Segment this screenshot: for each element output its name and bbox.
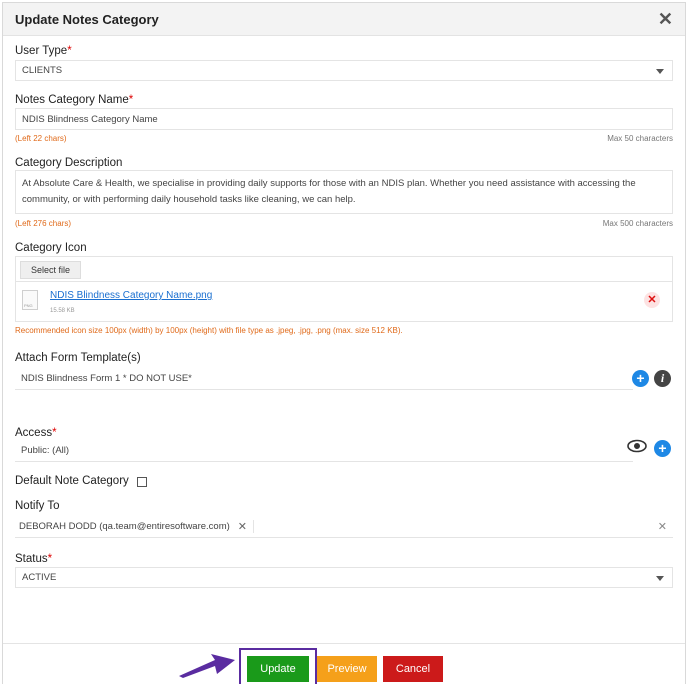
select-file-button[interactable]: Select file <box>20 261 82 279</box>
dialog-title: Update Notes Category <box>15 11 159 27</box>
notes-category-name-input[interactable]: NDIS Blindness Category Name <box>15 108 673 130</box>
default-note-category-label: Default Note Category <box>15 475 129 487</box>
category-icon-box: Select file PNG NDIS Blindness Category … <box>15 256 673 322</box>
dialog-footer: Update Preview Cancel <box>3 643 685 684</box>
file-name-link[interactable]: NDIS Blindness Category Name.png <box>50 290 212 301</box>
notify-to-label: Notify To <box>15 500 60 512</box>
user-type-label: User Type* <box>15 45 72 57</box>
eye-icon[interactable] <box>627 439 647 458</box>
close-icon[interactable]: ✕ <box>658 10 673 28</box>
file-preview: PNG NDIS Blindness Category Name.png 15.… <box>16 281 672 323</box>
status-select[interactable]: ACTIVE <box>15 567 673 588</box>
notify-to-tag: DEBORAH DODD (qa.team@entiresoftware.com… <box>19 520 254 533</box>
form-template-value: NDIS Blindness Form 1 * DO NOT USE* <box>21 373 192 384</box>
default-note-category-checkbox[interactable] <box>137 477 147 487</box>
clear-icon[interactable]: ✕ <box>658 520 667 533</box>
cancel-button[interactable]: Cancel <box>383 656 443 682</box>
notes-category-name-value: NDIS Blindness Category Name <box>22 113 158 125</box>
status-value: ACTIVE <box>22 572 57 583</box>
form-template-label: Attach Form Template(s) <box>15 352 141 364</box>
name-left-chars: (Left 22 chars) <box>15 134 67 143</box>
notes-category-name-label: Notes Category Name* <box>15 94 134 106</box>
update-notes-category-dialog: Update Notes Category ✕ User Type* CLIEN… <box>2 2 686 684</box>
description-max-chars: Max 500 characters <box>602 219 673 228</box>
access-label: Access* <box>15 427 57 439</box>
notify-to-field[interactable]: DEBORAH DODD (qa.team@entiresoftware.com… <box>15 516 673 538</box>
name-max-chars: Max 50 characters <box>607 134 673 143</box>
add-icon[interactable]: + <box>632 370 649 387</box>
category-description-label: Category Description <box>15 157 123 169</box>
file-size: 15.58 KB <box>50 308 75 314</box>
status-label: Status* <box>15 553 53 565</box>
arrow-annotation <box>179 654 235 678</box>
update-button[interactable]: Update <box>247 656 309 682</box>
preview-button[interactable]: Preview <box>317 656 377 682</box>
access-value: Public: (All) <box>21 445 70 456</box>
access-add-icon[interactable]: + <box>654 440 671 457</box>
icon-recommendation: Recommended icon size 100px (width) by 1… <box>15 326 403 335</box>
user-type-select[interactable]: CLIENTS <box>15 60 673 81</box>
access-field[interactable]: Public: (All) <box>15 440 633 462</box>
file-icon: PNG <box>22 290 38 310</box>
description-left-chars: (Left 276 chars) <box>15 219 72 228</box>
category-icon-label: Category Icon <box>15 242 87 254</box>
tag-remove-icon[interactable]: ✕ <box>238 520 247 533</box>
remove-icon[interactable]: ✕ <box>644 292 660 308</box>
category-description-textarea[interactable]: At Absolute Care & Health, we specialise… <box>15 170 673 214</box>
form-template-field[interactable]: NDIS Blindness Form 1 * DO NOT USE* <box>15 368 633 390</box>
info-icon[interactable]: i <box>654 370 671 387</box>
user-type-value: CLIENTS <box>22 65 63 76</box>
dialog-header: Update Notes Category ✕ <box>3 3 685 36</box>
